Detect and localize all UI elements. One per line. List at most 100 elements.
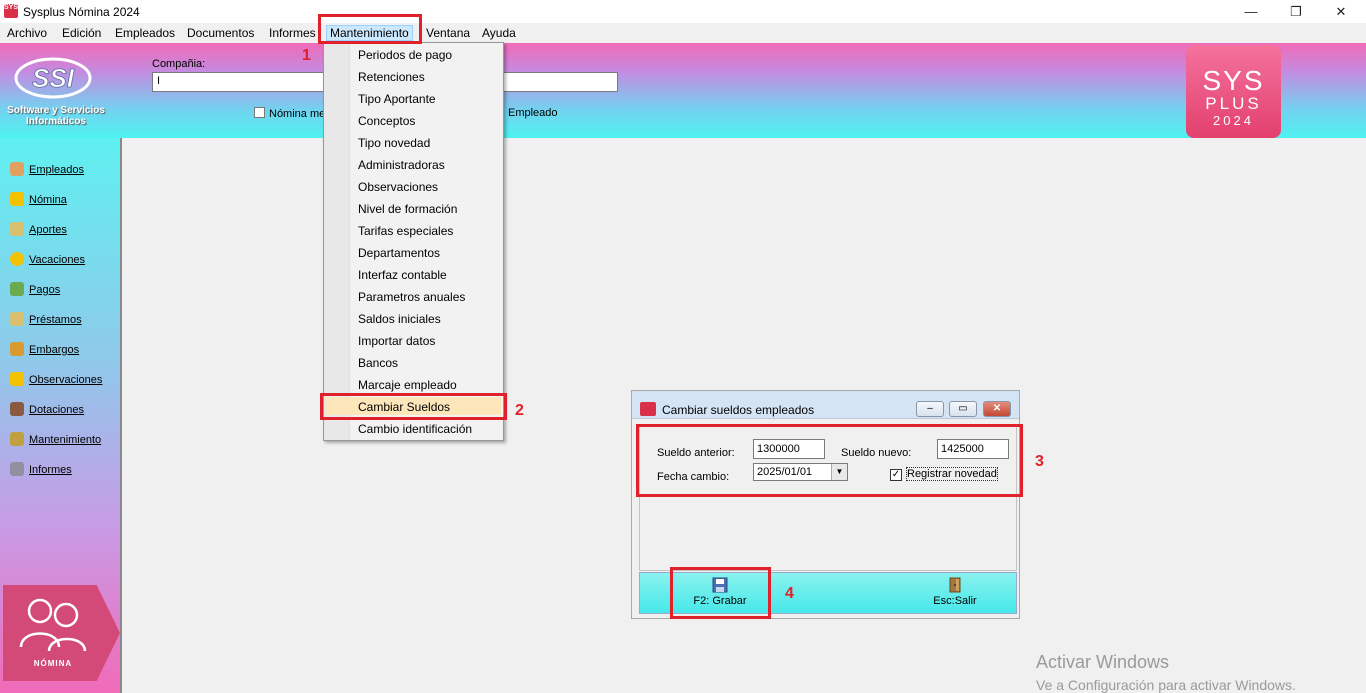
annotation-number-4: 4	[785, 585, 794, 602]
menu-item-tipo-aportante[interactable]: Tipo Aportante	[358, 92, 436, 106]
exit-door-icon	[949, 577, 961, 593]
menu-item-conceptos[interactable]: Conceptos	[358, 114, 415, 128]
nomina-badge-label: NÓMINA	[33, 659, 73, 668]
menu-gutter	[324, 43, 350, 440]
menu-ayuda[interactable]: Ayuda	[482, 26, 516, 40]
annotation-number-3: 3	[1035, 453, 1044, 470]
sidebar-item-dotaciones[interactable]: Dotaciones	[10, 402, 84, 417]
nomina-badge[interactable]: NÓMINA	[3, 585, 120, 681]
sidebar-item-mantenimiento[interactable]: Mantenimiento	[10, 432, 101, 447]
app-icon: SYS	[4, 4, 18, 18]
menu-item-tipo-novedad[interactable]: Tipo novedad	[358, 136, 430, 150]
lightning-icon	[10, 192, 24, 206]
document-icon	[10, 222, 24, 236]
menu-item-periodos-de-pago[interactable]: Periodos de pago	[358, 48, 452, 62]
sidebar-item-label: Préstamos	[29, 314, 82, 326]
printer-icon	[10, 462, 24, 476]
sidebar-item-label: Pagos	[29, 284, 61, 296]
dialog-close-button[interactable]: ✕	[983, 401, 1011, 417]
calendar-icon	[254, 107, 265, 118]
tools-icon	[10, 432, 24, 446]
sidebar-item-prestamos[interactable]: Préstamos	[10, 312, 82, 327]
menu-item-interfaz-contable[interactable]: Interfaz contable	[358, 268, 447, 282]
sidebar-item-vacaciones[interactable]: Vacaciones	[10, 252, 85, 267]
salir-button[interactable]: Esc:Salir	[920, 577, 990, 611]
sidebar-item-label: Mantenimiento	[29, 434, 102, 446]
sidebar-item-aportes[interactable]: Aportes	[10, 222, 67, 237]
menu-item-marcaje-empleado[interactable]: Marcaje empleado	[358, 378, 457, 392]
menu-bar: Archivo Edición Empleados Documentos Inf…	[0, 23, 1366, 43]
menu-edicion[interactable]: Edición	[62, 26, 101, 40]
menu-item-bancos[interactable]: Bancos	[358, 356, 398, 370]
dialog-maximize-button[interactable]: ▭	[949, 401, 977, 417]
dialog-title-bar[interactable]: Cambiar sueldos empleados ‒ ▭ ✕	[632, 391, 1019, 419]
annotation-box-4	[670, 567, 771, 619]
sidebar-item-label: Vacaciones	[29, 254, 86, 266]
warning-icon	[10, 372, 24, 386]
menu-item-observaciones[interactable]: Observaciones	[358, 180, 438, 194]
logo-caption: Software y Servicios Informáticos	[7, 105, 105, 127]
sidebar-item-label: Nómina	[29, 194, 67, 206]
menu-empleados[interactable]: Empleados	[115, 26, 175, 40]
nomina-button[interactable]: Nómina me	[254, 107, 325, 120]
menu-item-parametros-anuales[interactable]: Parametros anuales	[358, 290, 465, 304]
menu-item-saldos-iniciales[interactable]: Saldos iniciales	[358, 312, 441, 326]
menu-item-administradoras[interactable]: Administradoras	[358, 158, 445, 172]
activation-watermark-text: Ve a Configuración para activar Windows.	[1036, 677, 1296, 693]
close-button[interactable]: ✕	[1318, 0, 1364, 23]
menu-archivo[interactable]: Archivo	[7, 26, 47, 40]
notes-icon	[10, 312, 24, 326]
sidebar-item-label: Empleados	[29, 164, 85, 176]
sidebar-item-label: Embargos	[29, 344, 80, 356]
sidebar-item-label: Dotaciones	[29, 404, 85, 416]
mantenimiento-menu: Periodos de pago Retenciones Tipo Aporta…	[323, 42, 504, 441]
sidebar-item-embargos[interactable]: Embargos	[10, 342, 79, 357]
sysplus-logo-line1: SYS	[1202, 65, 1265, 96]
person-icon	[10, 402, 24, 416]
menu-ventana[interactable]: Ventana	[426, 26, 470, 40]
empleado-button[interactable]: Empleado	[508, 107, 558, 119]
menu-item-retenciones[interactable]: Retenciones	[358, 70, 425, 84]
sidebar-item-pagos[interactable]: Pagos	[10, 282, 60, 297]
sidebar-item-nomina[interactable]: Nómina	[10, 192, 67, 207]
menu-item-cambio-identificacion[interactable]: Cambio identificación	[358, 422, 472, 436]
activation-watermark-title: Activar Windows	[1036, 652, 1170, 672]
sidebar-item-label: Observaciones	[29, 374, 103, 386]
menu-item-tarifas-especiales[interactable]: Tarifas especiales	[358, 224, 453, 238]
annotation-number-1: 1	[302, 47, 311, 64]
annotation-box-2	[320, 393, 507, 420]
annotation-number-2: 2	[515, 402, 524, 419]
sysplus-logo-line3: 2024	[1213, 113, 1254, 128]
sidebar-item-empleados[interactable]: Empleados	[10, 162, 84, 177]
ssi-logo: SSI	[14, 57, 92, 99]
sidebar-item-observaciones[interactable]: Observaciones	[10, 372, 102, 387]
annotation-box-3	[636, 424, 1023, 497]
minimize-button[interactable]: —	[1228, 0, 1274, 23]
menu-item-importar-datos[interactable]: Importar datos	[358, 334, 435, 348]
sidebar-item-informes[interactable]: Informes	[10, 462, 72, 477]
menu-item-nivel-formacion[interactable]: Nivel de formación	[358, 202, 457, 216]
menu-item-departamentos[interactable]: Departamentos	[358, 246, 440, 260]
sun-icon	[10, 252, 24, 266]
menu-informes[interactable]: Informes	[269, 26, 316, 40]
app-icon	[640, 402, 656, 416]
title-bar: SYS Sysplus Nómina 2024 — ❐ ✕	[0, 0, 1366, 23]
people-icon	[19, 598, 87, 652]
lock-icon	[10, 342, 24, 356]
dialog-title: Cambiar sueldos empleados	[662, 403, 815, 417]
svg-text:SSI: SSI	[32, 63, 75, 93]
sidebar-item-label: Informes	[29, 464, 72, 476]
menu-documentos[interactable]: Documentos	[187, 26, 254, 40]
company-label: Compañia:	[152, 58, 206, 70]
restore-button[interactable]: ❐	[1273, 0, 1319, 23]
nomina-button-label: Nómina me	[269, 108, 326, 120]
salir-label: Esc:Salir	[933, 595, 977, 607]
dialog-minimize-button[interactable]: ‒	[916, 401, 944, 417]
money-icon	[10, 282, 24, 296]
sysplus-logo: SYS PLUS 2024	[1186, 45, 1281, 138]
people-icon	[10, 162, 24, 176]
annotation-box-1	[318, 14, 422, 44]
window-title: Sysplus Nómina 2024	[23, 5, 140, 19]
sidebar: Empleados Nómina Aportes Vacaciones Pago…	[0, 138, 122, 693]
header-banner: SSI Software y Servicios Informáticos Co…	[0, 43, 1366, 138]
